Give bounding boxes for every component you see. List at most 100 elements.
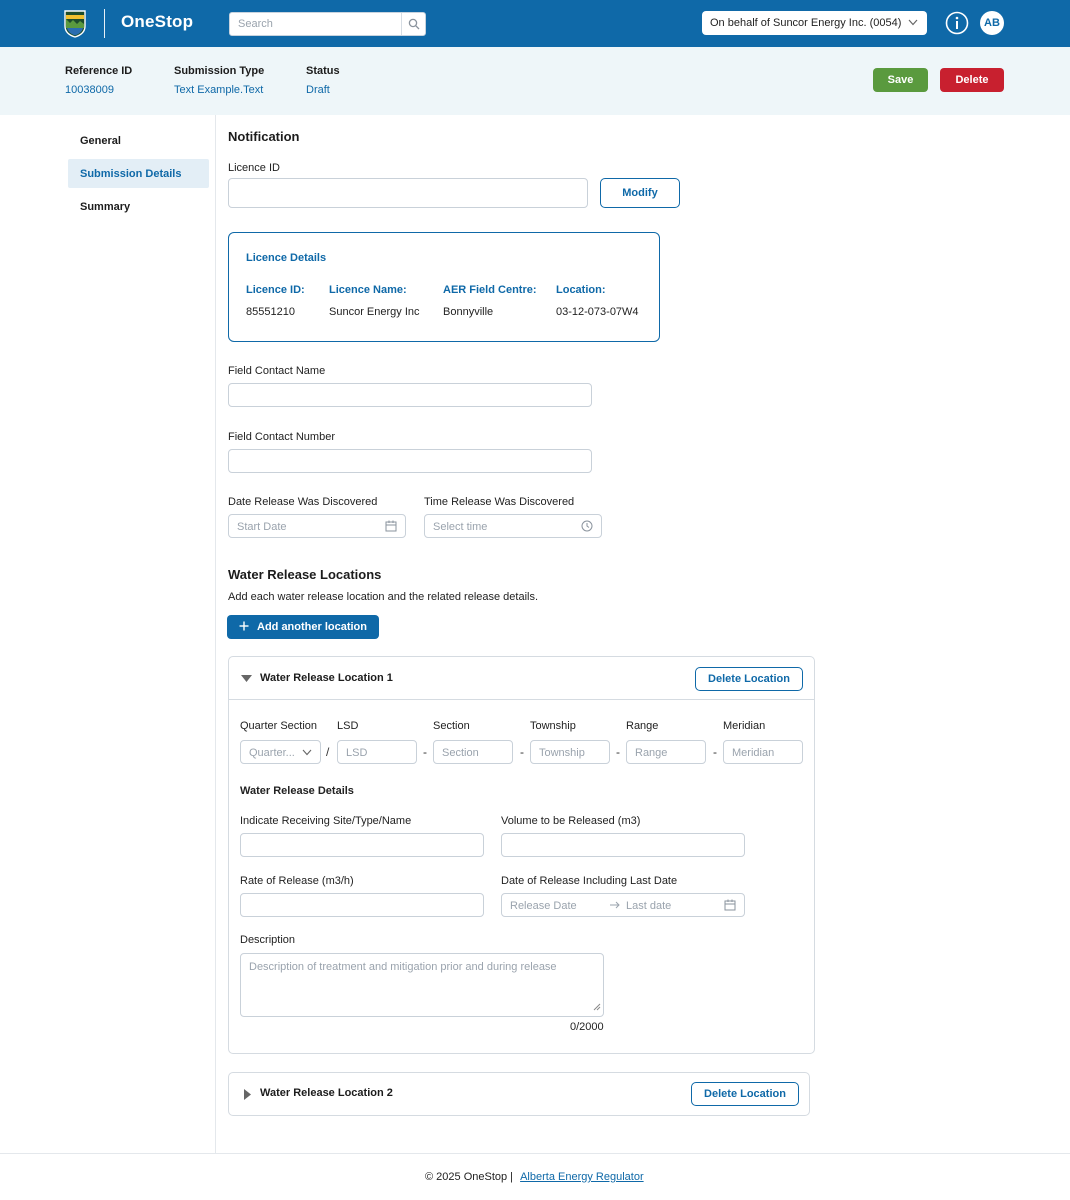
submission-type-value: Text Example.Text [174, 84, 264, 96]
dash-separator: - [713, 745, 717, 759]
chevron-down-icon [907, 16, 919, 31]
location-1-title: Water Release Location 1 [260, 672, 393, 684]
release-date-range-picker[interactable]: Release Date Last date [501, 893, 745, 917]
add-location-label: Add another location [257, 621, 367, 633]
nav-item-general[interactable]: General [68, 126, 209, 155]
meridian-placeholder: Meridian [732, 747, 775, 759]
clock-icon [581, 520, 593, 535]
reference-id-block: Reference ID 10038009 [65, 65, 132, 96]
calendar-icon [724, 899, 736, 914]
submission-type-label: Submission Type [174, 65, 265, 77]
add-location-button[interactable]: Add another location [227, 615, 379, 639]
info-icon[interactable] [945, 11, 969, 35]
time-discovered-placeholder: Select time [433, 521, 488, 533]
aer-link[interactable]: Alberta Energy Regulator [520, 1171, 644, 1183]
slash-separator: / [326, 745, 330, 759]
notification-heading: Notification [228, 129, 300, 144]
chevron-down-icon [301, 746, 313, 761]
onestop-brand[interactable]: OneStop [121, 12, 193, 32]
location-2-title: Water Release Location 2 [260, 1087, 393, 1099]
licence-id-key: Licence ID: [246, 284, 305, 296]
footer-copyright: © 2025 OneStop | [425, 1171, 514, 1183]
dash-separator: - [520, 745, 524, 759]
water-release-location-1: Water Release Location 1 Delete Location… [228, 656, 815, 1054]
nav-item-submission-details[interactable]: Submission Details [68, 159, 209, 188]
search-input[interactable] [230, 13, 402, 35]
location-value: 03-12-073-07W4 [556, 306, 639, 318]
field-centre-key: AER Field Centre: [443, 284, 537, 296]
field-centre-value: Bonnyville [443, 306, 494, 318]
save-button[interactable]: Save [873, 68, 928, 92]
status-block: Status Draft [306, 65, 340, 96]
meridian-label: Meridian [723, 720, 766, 732]
licence-name-value: Suncor Energy Inc [329, 306, 420, 318]
licence-details-title: Licence Details [246, 252, 327, 264]
on-behalf-select[interactable]: On behalf of Suncor Energy Inc. (0054) [702, 11, 927, 35]
description-char-count: 0/2000 [570, 1021, 604, 1033]
location-1-header[interactable]: Water Release Location 1 Delete Location [229, 657, 814, 700]
search-box [229, 12, 426, 36]
volume-input[interactable] [501, 833, 745, 857]
last-date-placeholder: Last date [626, 900, 672, 912]
receiving-site-input[interactable] [240, 833, 484, 857]
lsd-label: LSD [337, 720, 359, 732]
licence-details-card: Licence Details Licence ID: Licence Name… [228, 232, 660, 342]
status-label: Status [306, 65, 340, 77]
modify-button[interactable]: Modify [600, 178, 680, 208]
arrow-right-icon [609, 899, 621, 914]
section-placeholder: Section [442, 747, 479, 759]
submission-type-block: Submission Type Text Example.Text [174, 65, 264, 96]
water-release-locations-subtitle: Add each water release location and the … [228, 591, 539, 603]
resize-handle-icon[interactable] [593, 1002, 601, 1014]
section-input[interactable]: Section [433, 740, 513, 764]
water-release-location-2[interactable]: Water Release Location 2 Delete Location [228, 1072, 810, 1116]
time-discovered-picker[interactable]: Select time [424, 514, 602, 538]
footer-text: © 2025 OneStop | Alberta Energy Regulato… [425, 1171, 644, 1183]
description-textarea[interactable]: Description of treatment and mitigation … [240, 953, 604, 1017]
receiving-site-label: Indicate Receiving Site/Type/Name [240, 815, 412, 827]
caret-down-icon[interactable] [241, 674, 252, 686]
field-contact-number-input[interactable] [228, 449, 592, 473]
township-input[interactable]: Township [530, 740, 610, 764]
section-label: Section [433, 720, 470, 732]
licence-id-input[interactable] [228, 178, 588, 208]
caret-right-icon[interactable] [244, 1089, 251, 1103]
quarter-section-select[interactable]: Quarter... [240, 740, 321, 764]
location-key: Location: [556, 284, 606, 296]
release-date-label: Date of Release Including Last Date [501, 875, 678, 887]
licence-name-key: Licence Name: [329, 284, 407, 296]
quarter-section-placeholder: Quarter... [249, 747, 295, 759]
nav-item-summary[interactable]: Summary [68, 192, 209, 221]
field-contact-name-input[interactable] [228, 383, 592, 407]
delete-location-2-button[interactable]: Delete Location [691, 1082, 799, 1106]
water-release-locations-heading: Water Release Locations [228, 567, 382, 582]
meridian-input[interactable]: Meridian [723, 740, 803, 764]
delete-location-1-button[interactable]: Delete Location [695, 667, 803, 691]
user-avatar[interactable]: AB [980, 11, 1004, 35]
rate-input[interactable] [240, 893, 484, 917]
township-placeholder: Township [539, 747, 585, 759]
left-nav: General Submission Details Summary [0, 115, 216, 1153]
lsd-input[interactable]: LSD [337, 740, 417, 764]
plus-icon [239, 621, 249, 634]
water-release-details-heading: Water Release Details [240, 785, 354, 797]
reference-id-value: 10038009 [65, 84, 114, 96]
release-date-placeholder: Release Date [510, 900, 577, 912]
footer: © 2025 OneStop | Alberta Energy Regulato… [0, 1153, 1070, 1200]
delete-button[interactable]: Delete [940, 68, 1004, 92]
date-discovered-label: Date Release Was Discovered [228, 496, 378, 508]
date-discovered-picker[interactable]: Start Date [228, 514, 406, 538]
range-input[interactable]: Range [626, 740, 706, 764]
alberta-shield-logo-icon[interactable] [64, 10, 86, 38]
range-placeholder: Range [635, 747, 668, 759]
quarter-section-label: Quarter Section [240, 720, 318, 732]
date-discovered-placeholder: Start Date [237, 521, 287, 533]
field-contact-number-label: Field Contact Number [228, 431, 335, 443]
time-discovered-label: Time Release Was Discovered [424, 496, 575, 508]
volume-label: Volume to be Released (m3) [501, 815, 641, 827]
search-icon[interactable] [401, 13, 425, 35]
dash-separator: - [423, 745, 427, 759]
township-label: Township [530, 720, 576, 732]
logo-divider [104, 9, 105, 38]
description-label: Description [240, 934, 296, 946]
